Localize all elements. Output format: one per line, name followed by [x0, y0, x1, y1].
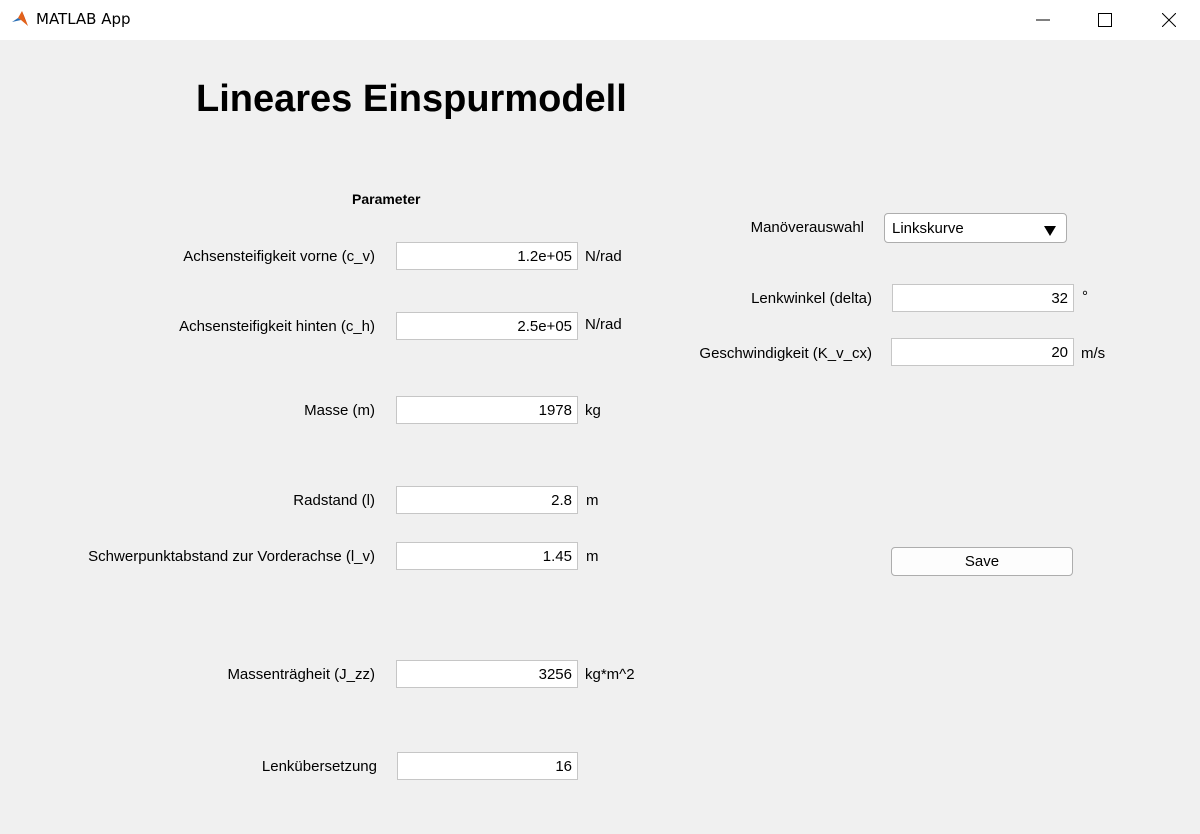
maneuver-select-label: Manöverauswahl — [750, 219, 864, 236]
mass-unit: kg — [585, 402, 601, 419]
close-icon — [1162, 13, 1176, 27]
c-h-unit: N/rad — [585, 316, 622, 333]
cg-front-distance-unit: m — [586, 548, 599, 565]
mass-label: Masse (m) — [304, 402, 375, 419]
window-title: MATLAB App — [36, 10, 131, 28]
minimize-button[interactable] — [1020, 0, 1066, 40]
wheelbase-unit: m — [586, 492, 599, 509]
maneuver-dropdown[interactable]: Linkskurve — [884, 213, 1067, 243]
maximize-button[interactable] — [1082, 0, 1128, 40]
c-v-field[interactable] — [396, 242, 578, 270]
matlab-logo-icon — [10, 9, 30, 29]
steering-angle-label: Lenkwinkel (delta) — [751, 290, 872, 307]
cg-front-distance-field[interactable] — [396, 542, 578, 570]
steering-ratio-label: Lenkübersetzung — [261, 758, 377, 775]
minimize-icon — [1036, 19, 1050, 21]
c-v-label: Achsensteifigkeit vorne (c_v) — [183, 248, 375, 265]
steering-angle-unit: ° — [1082, 288, 1088, 305]
c-v-unit: N/rad — [585, 248, 622, 265]
c-h-field[interactable] — [396, 312, 578, 340]
mass-field[interactable] — [396, 396, 578, 424]
close-button[interactable] — [1146, 0, 1192, 40]
maximize-icon — [1098, 13, 1112, 27]
cg-front-distance-label: Schwerpunktabstand zur Vorderachse (l_v) — [88, 548, 375, 565]
maneuver-dropdown-value: Linkskurve — [892, 220, 964, 237]
page-title: Lineares Einspurmodell — [196, 78, 627, 120]
wheelbase-label: Radstand (l) — [293, 492, 375, 509]
window-title-bar: MATLAB App — [0, 0, 1200, 40]
inertia-field[interactable] — [396, 660, 578, 688]
speed-unit: m/s — [1081, 345, 1106, 362]
speed-field[interactable] — [891, 338, 1074, 366]
inertia-unit: kg*m^2 — [585, 666, 635, 683]
save-button[interactable]: Save — [891, 547, 1073, 576]
parameter-section-title: Parameter — [352, 191, 421, 207]
dropdown-arrow-icon — [1044, 223, 1056, 241]
speed-label: Geschwindigkeit (K_v_cx) — [699, 345, 872, 362]
steering-angle-field[interactable] — [892, 284, 1074, 312]
inertia-label: Massenträgheit (J_zz) — [227, 666, 375, 683]
c-h-label: Achsensteifigkeit hinten (c_h) — [179, 318, 375, 335]
steering-ratio-field[interactable] — [397, 752, 578, 780]
wheelbase-field[interactable] — [396, 486, 578, 514]
